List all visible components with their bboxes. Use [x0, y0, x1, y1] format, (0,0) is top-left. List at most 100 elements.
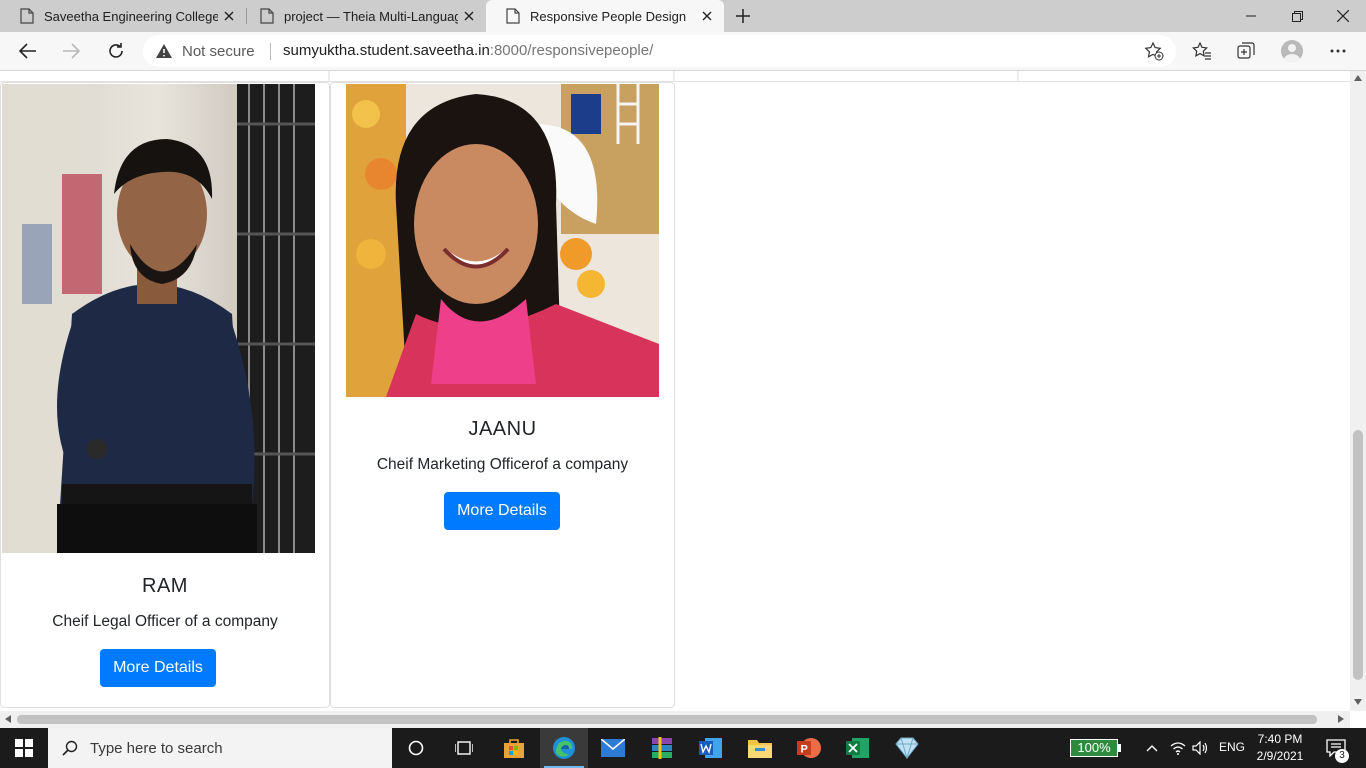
favorites-button[interactable]: [1187, 36, 1217, 66]
vertical-scroll-thumb[interactable]: [1353, 430, 1363, 680]
warning-icon[interactable]: [155, 43, 173, 59]
person-name: RAM: [142, 575, 188, 597]
arrow-right-icon: [63, 43, 80, 59]
tab-theia-project[interactable]: project — Theia Multi-Language: [240, 0, 486, 32]
search-icon: [62, 740, 78, 756]
excel-icon: [846, 738, 869, 758]
profile-photo: [346, 84, 659, 397]
diamond-app[interactable]: [883, 728, 931, 768]
horizontal-scrollbar[interactable]: [0, 711, 1350, 728]
tab-title: Saveetha Engineering College: [44, 8, 218, 24]
windows-taskbar: Type here to search P 100% ENG 7:40 PM 2…: [0, 728, 1366, 768]
battery-indicator[interactable]: 100%: [1070, 739, 1118, 757]
battery-tip-icon: [1118, 744, 1121, 752]
powerpoint-icon: P: [797, 738, 821, 758]
chevron-up-icon[interactable]: [1146, 744, 1158, 752]
powerpoint-app[interactable]: P: [785, 728, 833, 768]
store-app[interactable]: [490, 728, 538, 768]
person-name: JAANU: [468, 418, 537, 440]
profile-photo: [2, 84, 315, 553]
start-button[interactable]: [0, 728, 48, 768]
scroll-up-icon[interactable]: [1354, 75, 1362, 81]
plus-icon: [736, 9, 750, 23]
wifi-icon[interactable]: [1170, 741, 1186, 755]
task-view-button[interactable]: [440, 728, 488, 768]
scroll-down-icon[interactable]: [1354, 699, 1362, 705]
person-card-ram: RAM Cheif Legal Officer of a company Mor…: [0, 82, 330, 708]
browser-toolbar: Not secure sumyuktha.student.saveetha.in…: [0, 32, 1366, 71]
tab-responsive-people[interactable]: Responsive People Design: [486, 0, 724, 32]
cortana-button[interactable]: [392, 728, 440, 768]
clock-date: 2/9/2021: [1256, 749, 1304, 763]
minimize-icon: [1246, 15, 1256, 17]
settings-menu-button[interactable]: [1323, 36, 1353, 66]
more-details-button[interactable]: More Details: [100, 649, 216, 687]
file-explorer-app[interactable]: [736, 728, 784, 768]
profile-avatar[interactable]: [1281, 40, 1303, 62]
person-photo-image: [346, 84, 659, 397]
restore-button[interactable]: [1274, 0, 1320, 32]
person-photo-image: [2, 84, 315, 553]
tab-title: project — Theia Multi-Language: [284, 8, 458, 24]
address-divider: [270, 43, 271, 60]
word-icon: [699, 738, 722, 758]
edge-app[interactable]: [540, 728, 588, 768]
back-button[interactable]: [13, 36, 43, 66]
person-role: Cheif Marketing Officerof a company: [376, 456, 629, 473]
security-label[interactable]: Not secure: [182, 43, 255, 60]
url-host: sumyuktha.student.saveetha.in: [283, 42, 490, 59]
collections-button[interactable]: [1231, 36, 1261, 66]
arrow-left-icon: [19, 43, 36, 59]
task-view-icon: [455, 741, 473, 755]
address-bar[interactable]: Not secure sumyuktha.student.saveetha.in…: [143, 35, 1176, 67]
tab-saveetha[interactable]: Saveetha Engineering College: [0, 0, 246, 32]
scroll-right-icon[interactable]: [1338, 715, 1344, 723]
close-icon[interactable]: [218, 5, 240, 27]
store-icon: [504, 739, 524, 758]
page-icon: [506, 8, 520, 24]
language-indicator[interactable]: ENG: [1219, 740, 1245, 754]
close-icon[interactable]: [696, 5, 718, 27]
url-text[interactable]: sumyuktha.student.saveetha.in:8000/respo…: [283, 42, 653, 59]
action-center-button[interactable]: 3: [1318, 728, 1366, 768]
close-icon: [1337, 10, 1349, 22]
collections-icon: [1237, 42, 1255, 59]
notification-badge: 3: [1335, 749, 1349, 763]
refresh-button[interactable]: [101, 36, 131, 66]
restore-icon: [1291, 10, 1303, 22]
more-details-button[interactable]: More Details: [444, 492, 560, 530]
close-icon[interactable]: [458, 5, 480, 27]
minimize-button[interactable]: [1228, 0, 1274, 32]
folder-icon: [748, 740, 772, 758]
winrar-app[interactable]: [638, 728, 686, 768]
mail-app[interactable]: [589, 728, 637, 768]
edge-icon: [553, 737, 575, 759]
page-icon: [260, 8, 274, 24]
refresh-icon: [109, 43, 123, 58]
scroll-left-icon[interactable]: [5, 715, 11, 723]
excel-app[interactable]: [834, 728, 882, 768]
add-favorite-icon[interactable]: [1144, 41, 1164, 61]
horizontal-scroll-thumb[interactable]: [17, 715, 1317, 724]
page-viewport: RAM Cheif Legal Officer of a company Mor…: [0, 71, 1350, 711]
url-path: :8000/responsivepeople/: [489, 42, 654, 59]
cortana-icon: [408, 740, 424, 756]
new-tab-button[interactable]: [731, 4, 755, 28]
svg-text:P: P: [801, 744, 808, 756]
mail-icon: [601, 739, 625, 757]
search-placeholder: Type here to search: [90, 739, 223, 757]
windows-logo-icon: [15, 739, 33, 757]
forward-button[interactable]: [56, 36, 86, 66]
archive-icon: [652, 737, 672, 759]
tab-strip: Saveetha Engineering College project — T…: [0, 0, 1366, 32]
diamond-icon: [895, 737, 919, 759]
volume-icon[interactable]: [1192, 741, 1208, 755]
close-window-button[interactable]: [1320, 0, 1366, 32]
vertical-scrollbar[interactable]: [1350, 71, 1366, 711]
page-icon: [20, 8, 34, 24]
word-app[interactable]: [687, 728, 735, 768]
tab-title: Responsive People Design: [530, 8, 687, 24]
clock[interactable]: 7:40 PM 2/9/2021: [1250, 731, 1310, 765]
person-card-jaanu: JAANU Cheif Marketing Officerof a compan…: [330, 82, 675, 708]
taskbar-search[interactable]: Type here to search: [48, 728, 392, 768]
